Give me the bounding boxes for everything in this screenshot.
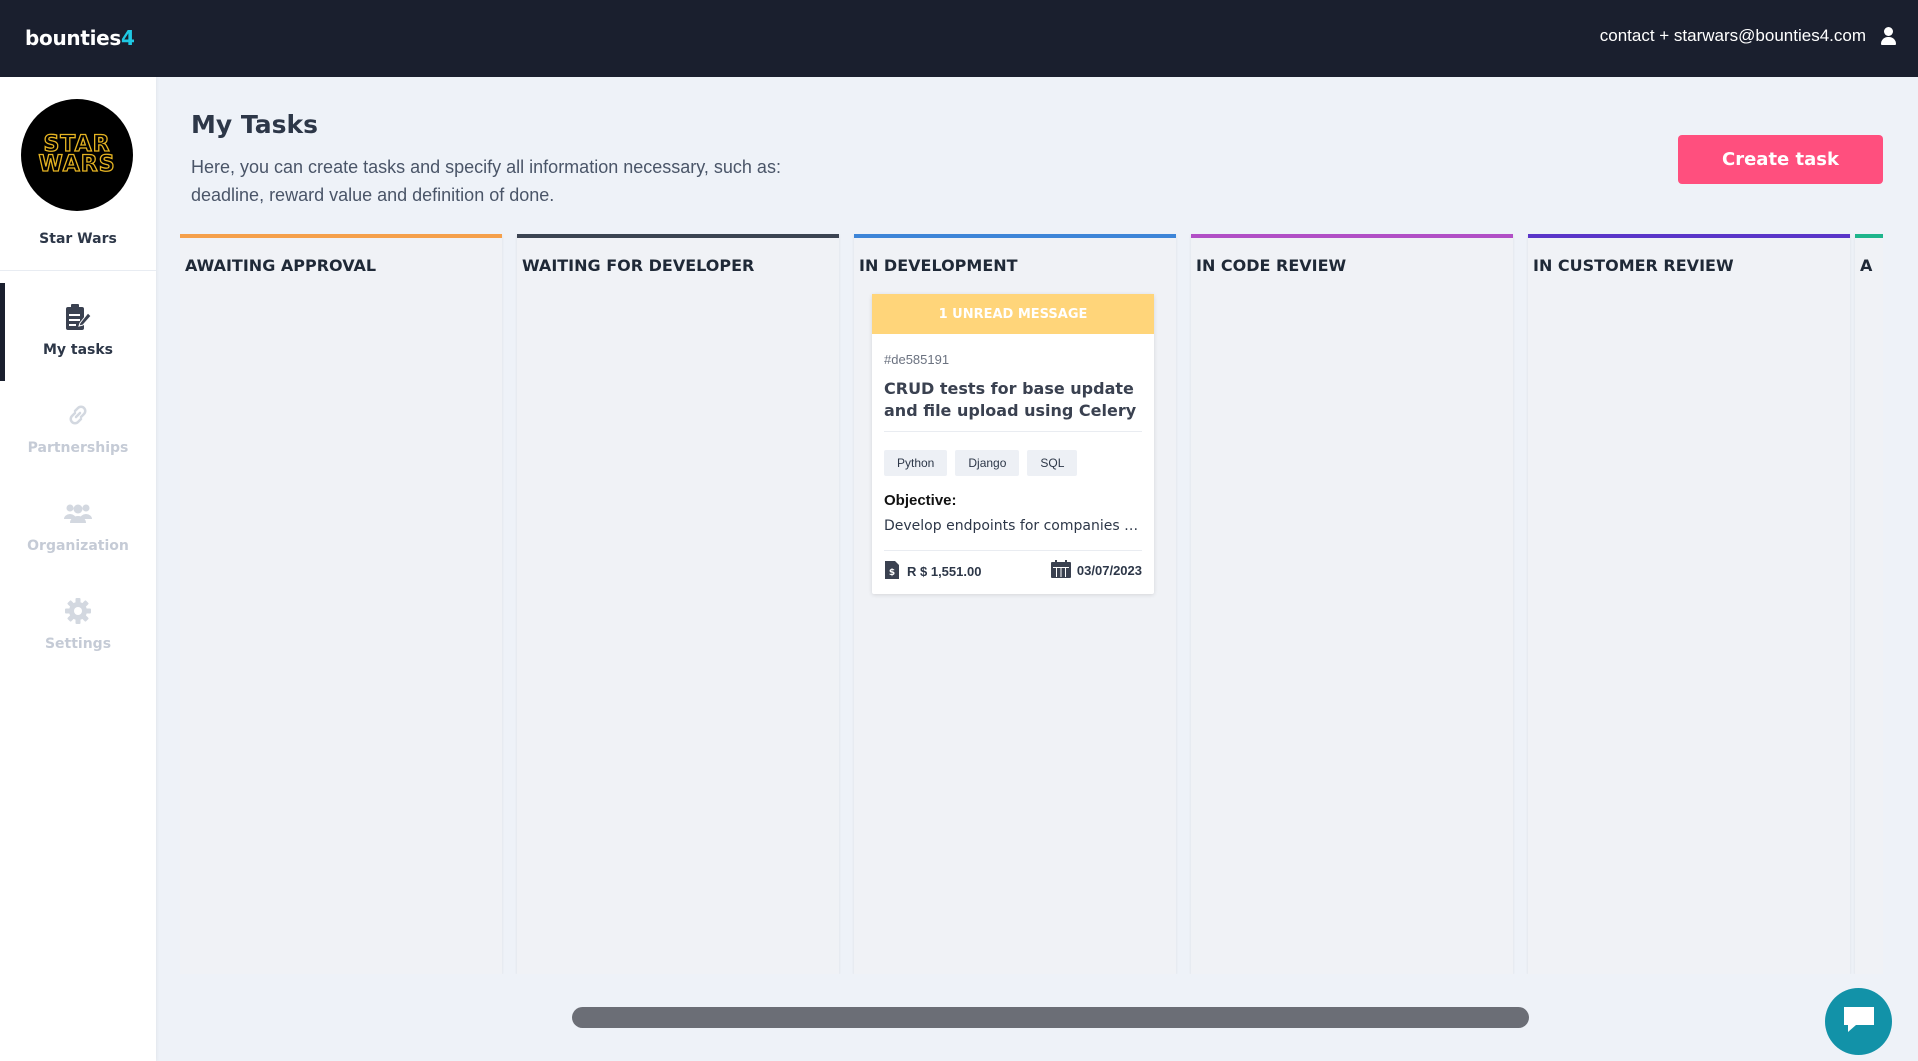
org-name: Star Wars — [39, 231, 117, 247]
app-logo[interactable]: bounties4 — [25, 26, 135, 50]
user-icon[interactable] — [1880, 27, 1896, 45]
money-document-icon: $ — [884, 560, 900, 583]
task-id: #de585191 — [884, 352, 950, 367]
sidebar-item-partnerships[interactable]: Partnerships — [0, 381, 156, 479]
column-in-development: IN DEVELOPMENT 1 UNREAD MESSAGE #de58519… — [854, 234, 1176, 974]
column-title: A — [1860, 256, 1873, 275]
sidebar-item-label: Partnerships — [27, 440, 129, 456]
sidebar-item-label: Settings — [44, 636, 112, 652]
sidebar-divider — [0, 270, 156, 271]
gear-icon — [64, 597, 92, 625]
sidebar-item-label: Organization — [27, 538, 129, 554]
svg-text:$: $ — [889, 568, 895, 578]
calendar-icon — [1050, 560, 1071, 581]
sidebar-item-my-tasks[interactable]: My tasks — [0, 283, 156, 381]
link-icon — [64, 401, 92, 429]
column-title: IN DEVELOPMENT — [859, 256, 1018, 275]
users-icon — [64, 499, 92, 527]
horizontal-scrollbar[interactable] — [572, 1007, 1529, 1028]
tag-list: Python Django SQL — [884, 450, 1078, 476]
column-title: IN CODE REVIEW — [1196, 256, 1347, 275]
column-title: AWAITING APPROVAL — [185, 256, 377, 275]
card-footer: $ R $ 1,551.00 03/07/2023 — [884, 560, 1142, 580]
unread-message-banner[interactable]: 1 UNREAD MESSAGE — [872, 294, 1154, 334]
reward: $ R $ 1,551.00 — [884, 560, 981, 583]
chat-bubble-icon — [1842, 1005, 1876, 1038]
column-in-code-review: IN CODE REVIEW — [1191, 234, 1513, 974]
user-menu[interactable]: contact + starwars@bounties4.com — [1600, 26, 1896, 46]
column-partial: A — [1855, 234, 1883, 974]
tag: SQL — [1027, 450, 1078, 476]
deadline-value: 03/07/2023 — [1076, 563, 1142, 578]
kanban-board[interactable]: AWAITING APPROVAL WAITING FOR DEVELOPER … — [180, 234, 1883, 974]
sidebar-item-organization[interactable]: Organization — [0, 479, 156, 577]
column-awaiting-approval: AWAITING APPROVAL — [180, 234, 502, 974]
task-title[interactable]: CRUD tests for base update and file uplo… — [884, 378, 1146, 422]
column-title: IN CUSTOMER REVIEW — [1533, 256, 1734, 275]
card-divider — [884, 550, 1142, 551]
tag: Python — [884, 450, 948, 476]
objective-label: Objective: — [884, 492, 957, 509]
chat-button[interactable] — [1825, 988, 1892, 1055]
column-in-customer-review: IN CUSTOMER REVIEW — [1528, 234, 1850, 974]
column-waiting-for-developer: WAITING FOR DEVELOPER — [517, 234, 839, 974]
page-title: My Tasks — [191, 110, 318, 139]
page-description: Here, you can create tasks and specify a… — [191, 157, 781, 205]
task-edit-icon — [64, 303, 92, 331]
sidebar-item-settings[interactable]: Settings — [0, 577, 156, 675]
create-task-button[interactable]: Create task — [1678, 135, 1883, 184]
card-divider — [884, 431, 1142, 432]
objective-text: Develop endpoints for companies to uploa… — [884, 518, 1142, 534]
task-card[interactable]: 1 UNREAD MESSAGE #de585191 CRUD tests fo… — [872, 294, 1154, 594]
deadline: 03/07/2023 — [1050, 560, 1142, 581]
top-bar: bounties4 contact + starwars@bounties4.c… — [0, 0, 1918, 77]
reward-value: R $ 1,551.00 — [907, 564, 982, 579]
user-email[interactable]: contact + starwars@bounties4.com — [1600, 26, 1866, 46]
sidebar: STAR WARS Star Wars My tasks Partnership — [0, 77, 156, 1061]
org-avatar: STAR WARS — [21, 99, 133, 211]
column-title: WAITING FOR DEVELOPER — [522, 256, 755, 275]
sidebar-item-label: My tasks — [42, 342, 114, 358]
tag: Django — [955, 450, 1020, 476]
